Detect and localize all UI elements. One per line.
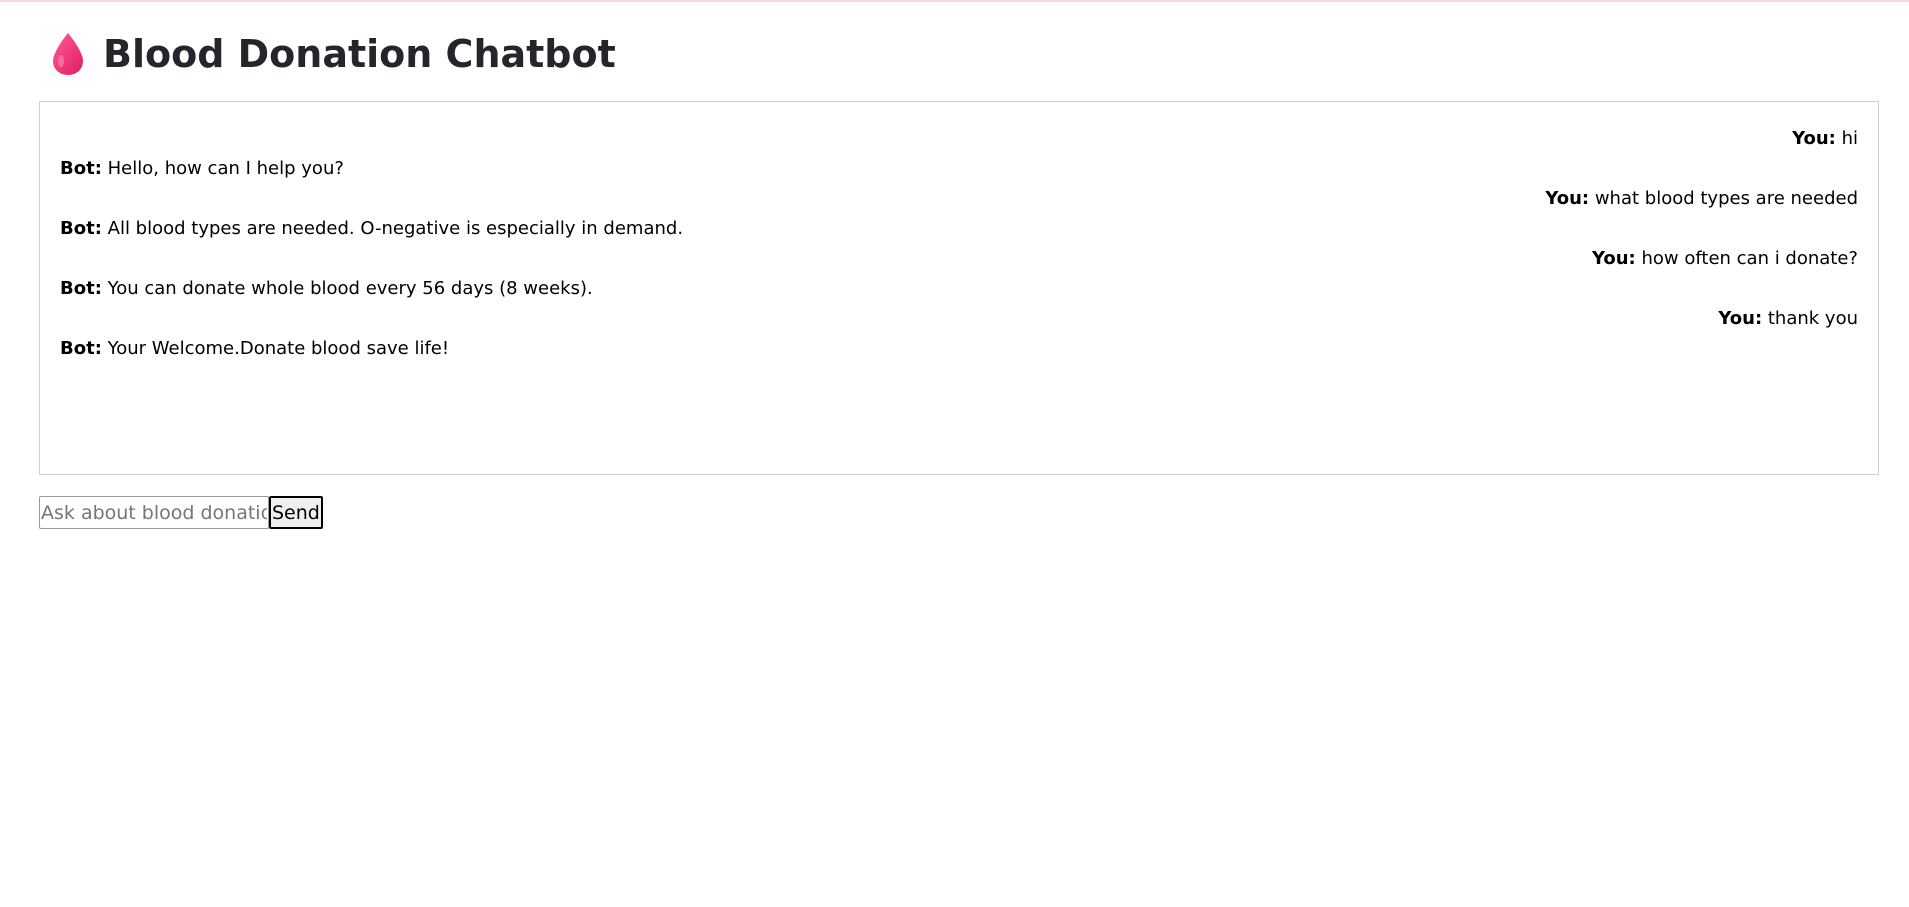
message-text: Your Welcome.Donate blood save life!: [107, 338, 450, 359]
message-text: hi: [1841, 128, 1858, 149]
sender-label: Bot:: [60, 338, 102, 359]
page: Blood Donation Chatbot You: hi Bot: Hello…: [39, 0, 1879, 529]
message-input[interactable]: [39, 496, 269, 529]
send-button[interactable]: Send: [269, 496, 323, 529]
page-title: Blood Donation Chatbot: [103, 31, 616, 76]
bot-message: Bot: Hello, how can I help you?: [60, 154, 1858, 184]
sender-label: Bot:: [60, 278, 102, 299]
sender-label: Bot:: [60, 218, 102, 239]
message-text: what blood types are needed: [1594, 188, 1858, 209]
message-text: how often can i donate?: [1641, 248, 1858, 269]
chat-log[interactable]: You: hi Bot: Hello, how can I help you? Yo…: [39, 101, 1879, 475]
user-message: You: what blood types are needed: [60, 184, 1858, 214]
blood-drop-icon: [47, 31, 89, 77]
user-message: You: hi: [60, 124, 1858, 154]
user-message: You: how often can i donate?: [60, 244, 1858, 274]
bot-message: Bot: Your Welcome.Donate blood save life…: [60, 334, 1858, 364]
user-message: You: thank you: [60, 304, 1858, 334]
bot-message: Bot: You can donate whole blood every 56…: [60, 274, 1858, 304]
sender-label: Bot:: [60, 158, 102, 179]
page-header: Blood Donation Chatbot: [39, 0, 1879, 101]
sender-label: You:: [1792, 128, 1836, 149]
bot-message: Bot: All blood types are needed. O-negat…: [60, 214, 1858, 244]
message-text: thank you: [1767, 308, 1858, 329]
message-text: You can donate whole blood every 56 days…: [107, 278, 593, 299]
sender-label: You:: [1591, 248, 1636, 269]
sender-label: You:: [1718, 308, 1763, 329]
composer: Send: [39, 496, 1879, 529]
message-text: All blood types are needed. O-negative i…: [107, 218, 684, 239]
message-text: Hello, how can I help you?: [107, 158, 344, 179]
sender-label: You:: [1545, 188, 1590, 209]
